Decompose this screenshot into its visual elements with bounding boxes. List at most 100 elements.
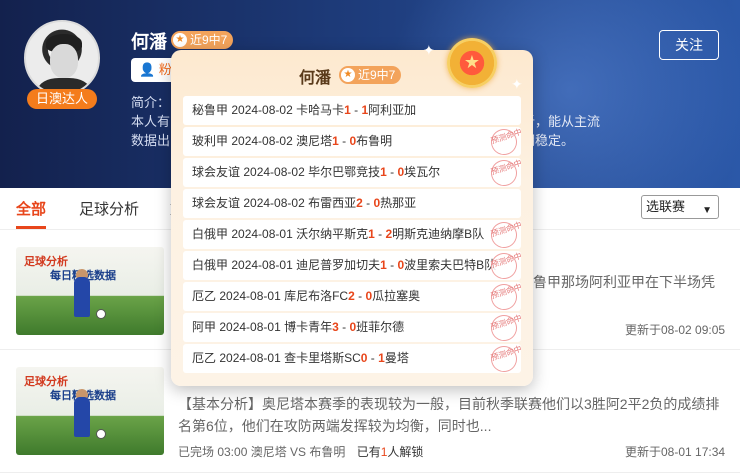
record-away-team: 班菲尔德 xyxy=(356,320,405,334)
record-score-separator: - xyxy=(386,258,398,272)
record-row[interactable]: 白俄甲 2024-08-01 迪尼普罗加切夫1 - 0波里索夫巴特B队 预测命中 xyxy=(183,251,521,280)
record-score-separator: - xyxy=(350,103,362,117)
popup-record-badge-label: 近9中7 xyxy=(358,68,396,82)
article-update-time: 更新于08-02 09:05 xyxy=(625,323,726,337)
tab-all[interactable]: 全部 xyxy=(16,198,46,219)
article-thumbnail[interactable]: 足球分析 每日精选数据 xyxy=(16,247,164,335)
record-away-team: 布鲁明 xyxy=(356,134,393,148)
hit-stamp-icon: 预测命中 xyxy=(487,127,521,156)
author-name: 何潘 xyxy=(131,32,167,52)
record-date: 2024-08-01 xyxy=(231,227,293,241)
article-thumbnail[interactable]: 足球分析 每日精选数据 xyxy=(16,367,164,455)
record-row[interactable]: 厄乙 2024-08-01 查卡里塔斯SC0 - 1曼塔 预测命中 xyxy=(183,344,521,373)
sparkle-icon: ✦ xyxy=(511,76,523,92)
record-score-separator: - xyxy=(362,196,374,210)
player-figure xyxy=(74,277,90,317)
record-row[interactable]: 玻利甲 2024-08-02 澳尼塔1 - 0布鲁明 预测命中 xyxy=(183,127,521,156)
record-home-team: 布雷西亚 xyxy=(308,196,357,210)
record-home-score: 1 xyxy=(380,165,387,179)
record-away-team: 瓜拉塞奥 xyxy=(372,289,421,303)
record-row[interactable]: 阿甲 2024-08-01 博卡青年3 - 0班菲尔德 预测命中 xyxy=(183,313,521,342)
record-league: 厄乙 xyxy=(192,351,217,365)
record-row[interactable]: 球会友谊 2024-08-02 毕尔巴鄂竞技1 - 0埃瓦尔 预测命中 xyxy=(183,158,521,187)
record-badge: ★ 近9中7 xyxy=(171,31,234,49)
hit-stamp-icon: 预测命中 xyxy=(487,344,521,373)
record-date: 2024-08-02 xyxy=(231,103,293,117)
unlock-prefix: 已有 xyxy=(356,445,381,459)
active-tab-indicator xyxy=(16,226,46,229)
star-icon: ★ xyxy=(173,33,187,47)
avatar[interactable] xyxy=(24,20,100,96)
record-league: 阿甲 xyxy=(192,320,217,334)
record-row[interactable]: 厄乙 2024-08-01 库尼布洛FC2 - 0瓜拉塞奥 预测命中 xyxy=(183,282,521,311)
record-home-score: 2 xyxy=(356,196,363,210)
record-row[interactable]: 白俄甲 2024-08-01 沃尔纳平斯克1 - 2明斯克迪纳摩B队 预测命中 xyxy=(183,220,521,249)
record-score-separator: - xyxy=(338,134,350,148)
record-away-team: 波里索夫巴特B队 xyxy=(404,258,497,272)
record-home-team: 毕尔巴鄂竞技 xyxy=(308,165,381,179)
player-figure xyxy=(74,397,90,437)
medal-star-icon: ★ xyxy=(463,52,481,72)
record-date: 2024-08-02 xyxy=(243,165,305,179)
record-home-score: 1 xyxy=(380,258,387,272)
record-home-team: 查卡里塔斯SC xyxy=(284,351,361,365)
hit-stamp-icon: 预测命中 xyxy=(487,282,521,311)
ball-icon xyxy=(96,429,106,439)
record-date: 2024-08-01 xyxy=(219,351,281,365)
record-date: 2024-08-01 xyxy=(219,289,281,303)
author-intro-tail: 析，能从主流 期稳定。 xyxy=(522,112,600,150)
record-score-separator: - xyxy=(354,289,366,303)
record-league: 白俄甲 xyxy=(192,227,229,241)
record-home-team: 沃尔纳平斯克 xyxy=(296,227,369,241)
record-league: 白俄甲 xyxy=(192,258,229,272)
record-score-separator: - xyxy=(374,227,386,241)
record-home-team: 卡哈马卡 xyxy=(296,103,345,117)
expert-tag: 日澳达人 xyxy=(27,89,97,109)
medal-icon: ★ xyxy=(447,38,497,88)
sparkle-icon: ✦ xyxy=(423,42,435,58)
record-away-team: 明斯克迪纳摩B队 xyxy=(392,227,485,241)
record-score-separator: - xyxy=(367,351,379,365)
hit-stamp-icon: 预测命中 xyxy=(487,251,521,280)
match-status: 已完场 03:00 澳尼塔 VS 布鲁明 xyxy=(178,445,346,459)
record-home-score: 3 xyxy=(332,320,339,334)
record-league: 玻利甲 xyxy=(192,134,229,148)
article-summary[interactable]: 鲁甲那场阿利亚甲在下半场凭 xyxy=(533,271,715,293)
record-away-score: 1 xyxy=(378,351,385,365)
record-league: 球会友谊 xyxy=(192,196,241,210)
record-away-team: 埃瓦尔 xyxy=(404,165,441,179)
article-summary[interactable]: 【基本分析】奥尼塔本赛季的表现较为一般，目前秋季联赛他们以3胜阿2平2负的成绩排… xyxy=(178,393,719,437)
record-row[interactable]: 秘鲁甲 2024-08-02 卡哈马卡1 - 1阿利亚加 xyxy=(183,96,521,125)
article-summary-line-1: 【基本分析】奥尼塔本赛季的表现较为一般，目前秋季联赛他们以3胜阿2平2负的成绩排 xyxy=(178,396,720,412)
hit-stamp-icon: 预测命中 xyxy=(487,158,521,187)
popup-author-name: 何潘 xyxy=(299,70,332,87)
chevron-down-icon: ▼ xyxy=(702,205,712,216)
hit-stamp-icon: 预测命中 xyxy=(487,313,521,342)
league-select[interactable]: 选联赛 ▼ xyxy=(641,195,719,219)
record-home-team: 迪尼普罗加切夫 xyxy=(296,258,381,272)
hit-stamp-icon: 预测命中 xyxy=(487,220,521,249)
article-summary-line-2: 名第6位，他们在攻防两端发挥较为均衡，同时也... xyxy=(178,418,492,434)
record-date: 2024-08-01 xyxy=(219,320,281,334)
article-update-time: 更新于08-01 17:34 xyxy=(625,445,726,459)
record-away-team: 曼塔 xyxy=(384,351,409,365)
tab-football-analysis[interactable]: 足球分析 xyxy=(79,198,139,219)
popup-record-badge: ★ 近9中7 xyxy=(339,66,402,84)
record-home-team: 澳尼塔 xyxy=(296,134,333,148)
follow-button[interactable]: 关注 xyxy=(659,30,719,60)
record-date: 2024-08-02 xyxy=(243,196,305,210)
record-home-score: 2 xyxy=(348,289,355,303)
record-home-team: 博卡青年 xyxy=(284,320,333,334)
record-home-team: 库尼布洛FC xyxy=(284,289,349,303)
record-score-separator: - xyxy=(338,320,350,334)
record-row[interactable]: 球会友谊 2024-08-02 布雷西亚2 - 0热那亚 xyxy=(183,189,521,218)
user-icon: 👤 xyxy=(139,62,156,77)
record-list: 秘鲁甲 2024-08-02 卡哈马卡1 - 1阿利亚加玻利甲 2024-08-… xyxy=(183,96,521,375)
record-league: 球会友谊 xyxy=(192,165,241,179)
record-league: 厄乙 xyxy=(192,289,217,303)
record-league: 秘鲁甲 xyxy=(192,103,229,117)
star-icon: ★ xyxy=(341,68,355,82)
league-select-value: 选联赛 xyxy=(646,199,686,214)
record-popup: ✦ ✦ ★ 何潘 ★ 近9中7 秘鲁甲 2024-08-02 卡哈马卡1 - 1… xyxy=(171,38,533,386)
record-home-score: 1 xyxy=(332,134,339,148)
